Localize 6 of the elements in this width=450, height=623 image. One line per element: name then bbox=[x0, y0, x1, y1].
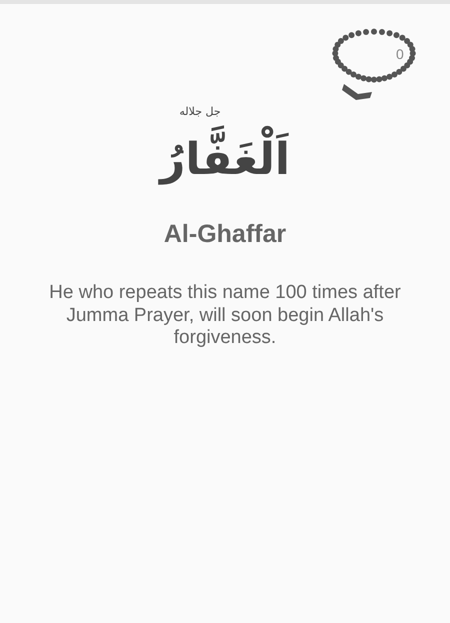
tasbih-counter-button[interactable]: 0 bbox=[330, 22, 422, 100]
arabic-name: اَلْغَفَّارُ bbox=[154, 121, 296, 198]
honorific-text: جل جلاله bbox=[179, 104, 221, 120]
name-title: Al-Ghaffar bbox=[164, 220, 286, 250]
description-text: He who repeats this name 100 times after Jumma Prayer, will soon begin Allah's forgiveness. bbox=[48, 282, 402, 350]
count-label: 0 bbox=[396, 46, 404, 62]
